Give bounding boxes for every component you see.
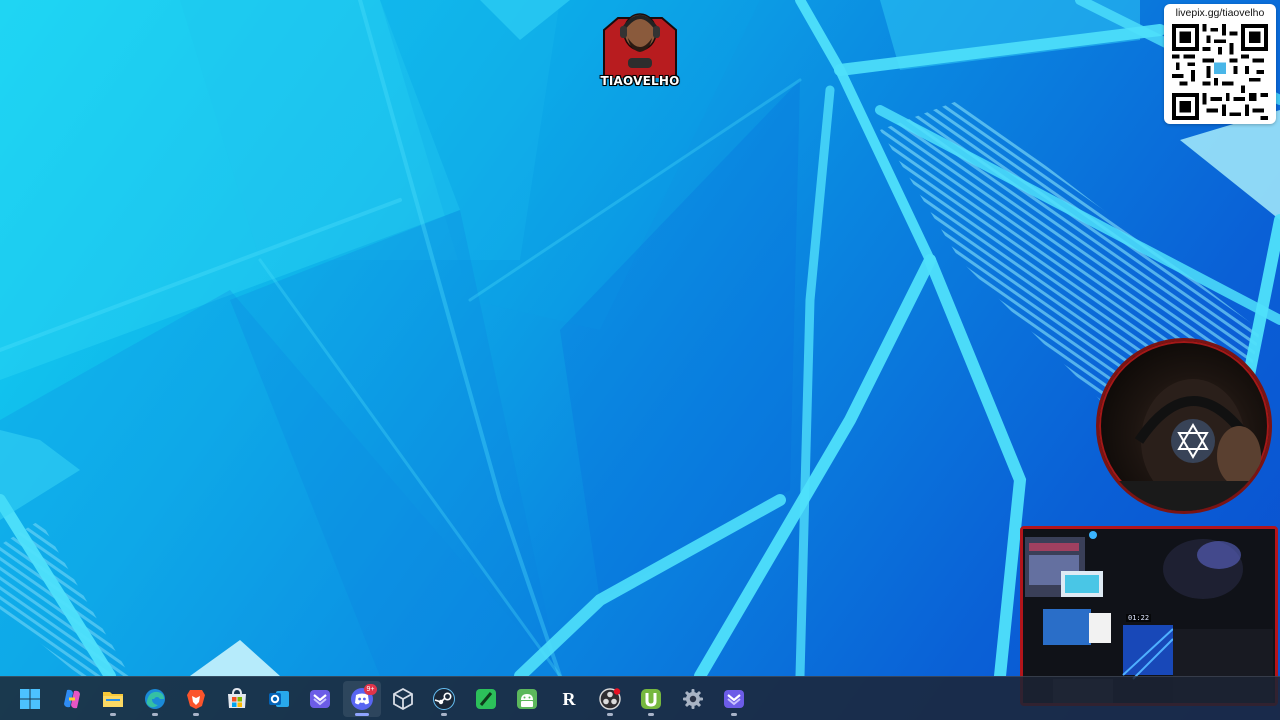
unity-cube-icon (393, 687, 413, 711)
taskbar-r-app[interactable]: R (550, 681, 588, 717)
streamer-name: TIAOVELHO (600, 74, 680, 88)
taskbar-microsoft-store[interactable] (218, 681, 256, 717)
store-bag-icon (228, 687, 246, 708)
green-slash-icon (476, 689, 496, 709)
overlay-app-icon (724, 690, 744, 708)
gear-icon (683, 689, 703, 709)
room-cam-clock: 01:22 (1126, 614, 1152, 622)
running-indicator (110, 713, 116, 716)
taskbar-outlook[interactable] (260, 681, 298, 717)
android-icon (517, 689, 537, 709)
utorrent-icon (641, 689, 661, 709)
taskbar-edge[interactable] (136, 681, 174, 717)
taskbar-overlay-app[interactable] (301, 681, 339, 717)
active-indicator (355, 713, 369, 716)
headset-logo-icon (1171, 419, 1215, 463)
overlay-app-icon (310, 690, 330, 708)
edge-browser-icon (145, 689, 165, 709)
qr-code-icon (1172, 24, 1268, 120)
taskbar-brave[interactable] (177, 681, 215, 717)
obs-recording-icon (599, 688, 621, 710)
discord-notification-badge: 9+ (364, 684, 377, 695)
streamer-logo: TIAOVELHO (596, 2, 684, 96)
start-button[interactable] (11, 681, 49, 717)
outlook-icon (269, 691, 289, 707)
taskbar-discord[interactable]: 9+ (343, 681, 381, 717)
taskbar-file-explorer[interactable] (94, 681, 132, 717)
letter-r-icon: R (562, 688, 576, 709)
taskbar-copilot[interactable] (53, 681, 91, 717)
running-indicator (648, 713, 654, 716)
brave-lion-icon (187, 690, 205, 709)
taskbar-settings[interactable] (674, 681, 712, 717)
webcam-face-cam (1096, 338, 1272, 514)
taskbar-utorrent[interactable] (632, 681, 670, 717)
running-indicator (731, 713, 737, 716)
running-indicator (607, 713, 613, 716)
qr-code-widget: livepix.gg/tiaovelho (1164, 4, 1276, 124)
taskbar: 9+ R (0, 676, 1280, 720)
taskbar-green-app[interactable] (467, 681, 505, 717)
copilot-icon (64, 689, 80, 709)
taskbar-android-app[interactable] (508, 681, 546, 717)
running-indicator (152, 713, 158, 716)
steam-icon (433, 688, 455, 710)
taskbar-unity[interactable] (384, 681, 422, 717)
taskbar-overlay-app-2[interactable] (715, 681, 753, 717)
running-indicator (193, 713, 199, 716)
taskbar-steam[interactable] (425, 681, 463, 717)
folder-icon (103, 692, 123, 707)
streamer-avatar-icon (603, 13, 677, 93)
windows-logo-icon (20, 689, 40, 709)
running-indicator (441, 713, 447, 716)
qr-url-label: livepix.gg/tiaovelho (1175, 7, 1265, 19)
taskbar-obs-studio[interactable] (591, 681, 629, 717)
